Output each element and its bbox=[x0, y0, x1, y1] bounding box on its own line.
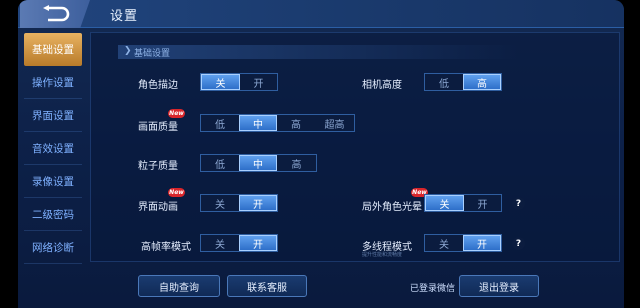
multithread-option-off[interactable]: 关 bbox=[425, 235, 463, 251]
ui-animation-option-on[interactable]: 开 bbox=[239, 195, 277, 211]
multithread-subtext: 提升性能和流畅度 bbox=[362, 252, 403, 258]
quality-option-medium[interactable]: 中 bbox=[239, 115, 277, 131]
settings-panel bbox=[90, 32, 620, 262]
halo-label: 局外角色光晕 bbox=[362, 202, 422, 213]
particles-label: 粒子质量 bbox=[138, 161, 178, 172]
sidebar-item-controls[interactable]: 操作设置 bbox=[24, 66, 82, 99]
outline-option-off[interactable]: 关 bbox=[201, 74, 240, 90]
help-icon[interactable]: ? bbox=[512, 197, 525, 210]
sidebar: 基础设置 操作设置 界面设置 音效设置 录像设置 二级密码 网络诊断 bbox=[24, 33, 82, 264]
chevron-right-icon: ❯ bbox=[124, 46, 132, 56]
section-title: 基础设置 bbox=[134, 49, 171, 59]
outline-label: 角色描边 bbox=[138, 80, 178, 91]
camera-height-toggle: 低 高 bbox=[424, 73, 502, 91]
top-bar: 设置 bbox=[18, 0, 624, 28]
particles-option-high[interactable]: 高 bbox=[277, 155, 316, 171]
halo-toggle: 关 开 bbox=[424, 194, 502, 212]
quality-option-ultra[interactable]: 超高 bbox=[315, 115, 354, 131]
outline-toggle: 关 开 bbox=[200, 73, 278, 91]
sidebar-item-secondary-password[interactable]: 二级密码 bbox=[24, 198, 82, 231]
outline-option-on[interactable]: 开 bbox=[240, 74, 277, 90]
sidebar-item-interface[interactable]: 界面设置 bbox=[24, 99, 82, 132]
sidebar-item-sound[interactable]: 音效设置 bbox=[24, 132, 82, 165]
halo-option-on[interactable]: 开 bbox=[464, 195, 501, 211]
multithread-toggle: 关 开 bbox=[424, 234, 502, 252]
quality-option-low[interactable]: 低 bbox=[201, 115, 239, 131]
multithread-option-on[interactable]: 开 bbox=[463, 235, 501, 251]
ui-animation-label: 界面动画 bbox=[138, 202, 178, 213]
camera-height-label: 相机高度 bbox=[362, 80, 402, 91]
camera-option-low[interactable]: 低 bbox=[425, 74, 463, 90]
ui-animation-toggle: 关 开 bbox=[200, 194, 278, 212]
hfr-label: 高帧率模式 bbox=[141, 242, 191, 253]
hfr-toggle: 关 开 bbox=[200, 234, 278, 252]
particles-option-medium[interactable]: 中 bbox=[239, 155, 277, 171]
back-arrow-icon bbox=[43, 5, 70, 22]
hfr-option-on[interactable]: 开 bbox=[239, 235, 277, 251]
new-badge: New bbox=[168, 109, 185, 118]
camera-option-high[interactable]: 高 bbox=[463, 74, 501, 90]
ui-animation-option-off[interactable]: 关 bbox=[201, 195, 239, 211]
logout-button[interactable]: 退出登录 bbox=[459, 275, 539, 297]
halo-option-off[interactable]: 关 bbox=[425, 195, 464, 211]
sidebar-item-basic[interactable]: 基础设置 bbox=[24, 33, 82, 66]
particles-selector: 低 中 高 bbox=[200, 154, 317, 172]
quality-selector: 低 中 高 超高 bbox=[200, 114, 355, 132]
self-query-button[interactable]: 自助查询 bbox=[138, 275, 220, 297]
particles-option-low[interactable]: 低 bbox=[201, 155, 239, 171]
hfr-option-off[interactable]: 关 bbox=[201, 235, 239, 251]
section-heading: ❯ 基础设置 bbox=[118, 45, 518, 59]
logged-in-status: 已登录微信 bbox=[410, 284, 456, 294]
sidebar-item-network-diagnosis[interactable]: 网络诊断 bbox=[24, 231, 82, 264]
quality-option-high[interactable]: 高 bbox=[277, 115, 315, 131]
sidebar-item-recording[interactable]: 录像设置 bbox=[24, 165, 82, 198]
new-badge: New bbox=[168, 188, 185, 197]
quality-label: 画面质量 bbox=[138, 122, 178, 133]
contact-support-button[interactable]: 联系客服 bbox=[227, 275, 307, 297]
back-button[interactable] bbox=[20, 0, 90, 28]
page-title: 设置 bbox=[110, 9, 139, 24]
help-icon[interactable]: ? bbox=[512, 237, 525, 250]
